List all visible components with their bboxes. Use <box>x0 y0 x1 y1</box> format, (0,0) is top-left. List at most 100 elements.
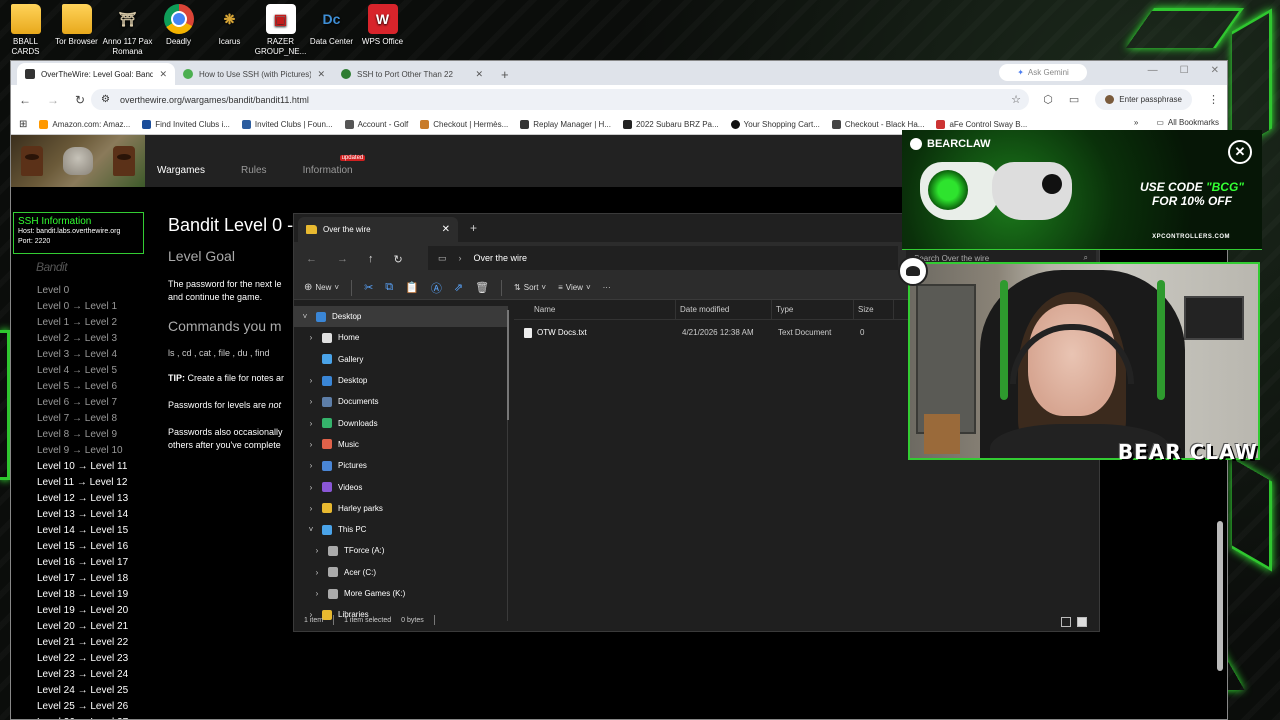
column-header-name[interactable]: Name <box>514 300 676 319</box>
sort-button[interactable]: ⇅ Sort ˅ <box>514 283 546 292</box>
bookmark-item[interactable]: Your Shopping Cart... <box>730 119 820 129</box>
level-link[interactable]: Level 2 → Level 3 <box>37 331 128 347</box>
paste-icon[interactable]: 📋 <box>405 281 419 294</box>
desktop-icon-razer[interactable]: ▣ RAZER GROUP_NE... <box>255 4 306 57</box>
chevron-right-icon[interactable]: › <box>312 546 322 555</box>
bookmark-item[interactable]: Replay Manager | H... <box>520 119 611 129</box>
desktop-icon-bball-cards[interactable]: BBALL CARDS <box>0 4 51 57</box>
new-tab-button[interactable]: + <box>491 63 519 85</box>
level-link[interactable]: Level 0 → Level 1 <box>37 299 128 315</box>
nav-wargames[interactable]: Wargames <box>157 165 205 176</box>
nav-tree-item[interactable]: › Acer (C:) <box>294 562 507 583</box>
level-link[interactable]: Level 3 → Level 4 <box>37 347 128 363</box>
browser-tab[interactable]: How to Use SSH (with Pictures) ✕ <box>175 63 333 85</box>
share-icon[interactable]: ⇗ <box>454 281 463 294</box>
level-link[interactable]: Level 1 → Level 2 <box>37 315 128 331</box>
delete-icon[interactable]: 🗑 <box>475 281 489 294</box>
chevron-right-icon[interactable]: › <box>306 440 316 449</box>
back-icon[interactable]: ← <box>306 253 317 266</box>
apps-grid-icon[interactable]: ⊞ <box>19 119 27 130</box>
passphrase-button[interactable]: Enter passphrase <box>1095 89 1192 110</box>
url-field[interactable]: ⚙ overthewire.org/wargames/bandit/bandit… <box>91 89 1029 110</box>
level-link[interactable]: Level 6 → Level 7 <box>37 395 128 411</box>
bookmark-star-icon[interactable]: ☆ <box>1011 93 1021 106</box>
menu-kebab-icon[interactable]: ⋮ <box>1208 93 1219 106</box>
bookmark-item[interactable]: Checkout | Hermès... <box>420 119 508 129</box>
level-link[interactable]: Level 12 → Level 13 <box>37 491 128 507</box>
chevron-right-icon[interactable]: › <box>312 568 322 577</box>
chevron-right-icon[interactable]: › <box>306 419 316 428</box>
chevron-down-icon[interactable]: ˅ <box>306 525 316 534</box>
view-button[interactable]: ≡ View ˅ <box>558 283 591 292</box>
cast-icon[interactable]: ▭ <box>1069 93 1079 106</box>
level-link[interactable]: Level 16 → Level 17 <box>37 555 128 571</box>
chevron-right-icon[interactable]: › <box>306 504 316 513</box>
desktop-icon-tor-browser[interactable]: Tor Browser <box>51 4 102 57</box>
level-link[interactable]: Level 20 → Level 21 <box>37 619 128 635</box>
minimize-icon[interactable]: — <box>1148 65 1158 76</box>
close-tab-icon[interactable]: ✕ <box>442 224 450 235</box>
chevron-right-icon[interactable]: › <box>312 589 322 598</box>
nav-tree-item[interactable]: › Harley parks <box>294 498 507 519</box>
level-link[interactable]: Level 22 → Level 23 <box>37 651 128 667</box>
nav-tree-item[interactable]: › Videos <box>294 476 507 497</box>
all-bookmarks-button[interactable]: » ▭ All Bookmarks <box>1127 118 1219 127</box>
level-link[interactable]: Level 0 <box>37 283 128 299</box>
nav-tree-item[interactable]: › More Games (K:) <box>294 583 507 604</box>
explorer-tab[interactable]: Over the wire ✕ <box>298 217 458 242</box>
level-link[interactable]: Level 7 → Level 8 <box>37 411 128 427</box>
bookmark-item[interactable]: Invited Clubs | Foun... <box>241 119 333 129</box>
new-button[interactable]: ⊕ New ˅ <box>304 282 339 293</box>
maximize-icon[interactable]: ☐ <box>1180 65 1189 76</box>
level-link[interactable]: Level 25 → Level 26 <box>37 699 128 715</box>
level-link[interactable]: Level 19 → Level 20 <box>37 603 128 619</box>
nav-information[interactable]: Information updated <box>303 155 366 176</box>
nav-rules[interactable]: Rules <box>241 165 267 176</box>
nav-tree-item[interactable]: › Desktop <box>294 370 507 391</box>
desktop-icon-deadly[interactable]: Deadly <box>153 4 204 57</box>
bookmark-item[interactable]: Find Invited Clubs i... <box>142 119 230 129</box>
nav-tree-item[interactable]: › TForce (A:) <box>294 540 507 561</box>
nav-tree-item[interactable]: › Music <box>294 434 507 455</box>
copy-icon[interactable]: ⧉ <box>385 281 393 294</box>
level-link[interactable]: Level 26 → Level 27 <box>37 715 128 719</box>
level-link[interactable]: Level 21 → Level 22 <box>37 635 128 651</box>
nav-tree-item[interactable]: ˅ Desktop <box>294 306 507 328</box>
close-tab-icon[interactable]: ✕ <box>317 69 325 80</box>
desktop-icon-icarus[interactable]: ❋ Icarus <box>204 4 255 57</box>
new-tab-button[interactable]: + <box>470 221 477 235</box>
nav-tree-item[interactable]: › Documents <box>294 391 507 412</box>
level-link[interactable]: Level 17 → Level 18 <box>37 571 128 587</box>
level-link[interactable]: Level 24 → Level 25 <box>37 683 128 699</box>
chevron-right-icon[interactable]: › <box>306 376 316 385</box>
nav-tree-item[interactable]: › Downloads <box>294 412 507 433</box>
level-link[interactable]: Level 5 → Level 6 <box>37 379 128 395</box>
desktop-icon-data-center[interactable]: Dc Data Center <box>306 4 357 57</box>
forward-icon[interactable]: → <box>337 253 348 266</box>
close-tab-icon[interactable]: ✕ <box>475 69 483 80</box>
rename-icon[interactable]: Ⓐ <box>431 280 442 296</box>
reload-icon[interactable]: ↻ <box>75 93 85 107</box>
column-header-date-modified[interactable]: Date modified <box>676 300 772 319</box>
tiles-view-icon[interactable] <box>1077 617 1087 627</box>
level-link[interactable]: Level 4 → Level 5 <box>37 363 128 379</box>
level-link[interactable]: Level 10 → Level 11 <box>37 459 128 475</box>
bookmark-item[interactable]: 2022 Subaru BRZ Pa... <box>622 119 719 129</box>
chevron-down-icon[interactable]: ˅ <box>300 312 310 321</box>
page-scrollbar[interactable] <box>1217 521 1223 671</box>
up-icon[interactable]: ↑ <box>368 253 374 266</box>
explorer-breadcrumb[interactable]: ▭ › Over the wire <box>428 246 898 270</box>
ask-gemini-button[interactable]: ✦ Ask Gemini <box>999 64 1087 81</box>
site-info-icon[interactable]: ⚙ <box>101 94 110 105</box>
level-link[interactable]: Level 8 → Level 9 <box>37 427 128 443</box>
level-link[interactable]: Level 9 → Level 10 <box>37 443 128 459</box>
level-link[interactable]: Level 14 → Level 15 <box>37 523 128 539</box>
level-link[interactable]: Level 11 → Level 12 <box>37 475 128 491</box>
level-link[interactable]: Level 18 → Level 19 <box>37 587 128 603</box>
back-icon[interactable]: ← <box>19 93 31 107</box>
nav-tree-item[interactable]: › Home <box>294 327 507 348</box>
browser-tab[interactable]: OverTheWire: Level Goal: Bandit ✕ <box>17 63 175 85</box>
extensions-icon[interactable]: ⬡ <box>1043 93 1053 106</box>
otw-logo[interactable] <box>11 135 145 187</box>
nav-tree-item[interactable]: Gallery <box>294 349 507 370</box>
